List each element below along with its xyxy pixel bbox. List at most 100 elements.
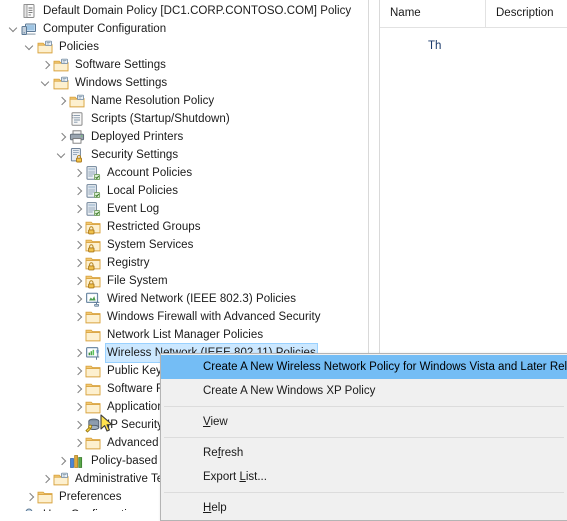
menu-item[interactable]: Refresh [161,441,567,465]
context-menu[interactable]: Create A New Wireless Network Policy for… [160,353,567,521]
list-column-header[interactable]: Name Description [380,0,567,28]
folder-icon [85,381,101,397]
user-config-icon [21,507,37,511]
chevron-right-icon[interactable] [72,434,85,452]
chevron-right-icon[interactable] [72,398,85,416]
tree-item[interactable]: Default Domain Policy [DC1.CORP.CONTOSO.… [0,2,368,20]
tree-item-label: Local Policies [107,185,179,197]
ipsec-icon [85,417,101,433]
tree-item[interactable]: Deployed Printers [0,128,368,146]
tree-item[interactable]: Network List Manager Policies [0,326,368,344]
tree-item[interactable]: Computer Configuration [0,20,368,38]
menu-item[interactable]: Create A New Windows XP Policy [161,379,567,403]
tree-item[interactable]: Wired Network (IEEE 802.3) Policies [0,290,368,308]
chevron-right-icon[interactable] [72,290,85,308]
list-body-text: Th [428,40,442,52]
folder-policy-icon [53,471,69,487]
menu-item[interactable]: Help [161,496,567,520]
chevron-right-icon[interactable] [72,236,85,254]
folder-icon [85,363,101,379]
tree-item[interactable]: Scripts (Startup/Shutdown) [0,110,368,128]
chevron-right-icon[interactable] [72,380,85,398]
tree-item[interactable]: Windows Settings [0,74,368,92]
tree-item-label: File System [107,275,168,287]
column-header-description[interactable]: Description [486,0,567,27]
tree-item[interactable]: Software Settings [0,56,368,74]
script-icon [69,111,85,127]
tree-item[interactable]: Registry [0,254,368,272]
folder-icon [85,309,101,325]
chevron-right-icon[interactable] [72,308,85,326]
printer-icon [69,129,85,145]
menu-separator [164,406,564,407]
menu-item[interactable]: Export List... [161,465,567,489]
chevron-down-icon[interactable] [24,38,37,56]
tree-item[interactable]: Security Settings [0,146,368,164]
menu-separator [164,437,564,438]
tree-item-label: Preferences [59,491,122,503]
folder-icon [85,435,101,451]
tree-item[interactable]: System Services [0,236,368,254]
chevron-right-icon[interactable] [72,344,85,362]
chevron-down-icon[interactable] [8,20,21,38]
chevron-right-icon[interactable] [72,182,85,200]
tree-item[interactable]: Windows Firewall with Advanced Security [0,308,368,326]
folder-icon [37,489,53,505]
chevron-right-icon[interactable] [24,488,37,506]
chevron-right-icon[interactable] [72,218,85,236]
menu-accelerator-letter: f [217,447,221,459]
tree-item-label: User Configuration [41,506,142,511]
chevron-right-icon[interactable] [72,164,85,182]
tree-item-label: Network List Manager Policies [107,329,264,341]
folder-policy-icon [53,57,69,73]
tree-item[interactable]: Policies [0,38,368,56]
tree-item-label: Default Domain Policy [DC1.CORP.CONTOSO.… [43,5,352,17]
policy-list-icon [85,183,101,199]
menu-separator [164,492,564,493]
chevron-right-icon[interactable] [56,92,69,110]
folder-policy-icon [69,93,85,109]
chevron-right-icon[interactable] [72,272,85,290]
menu-accelerator-letter: H [203,502,212,514]
chevron-down-icon[interactable] [40,74,53,92]
chevron-down-icon[interactable] [56,146,69,164]
qos-bars-icon [69,453,85,469]
menu-item[interactable]: Create A New Wireless Network Policy for… [161,355,567,379]
column-header-name[interactable]: Name [380,0,486,27]
tree-item-label: Wired Network (IEEE 802.3) Policies [107,293,297,305]
tree-item-label: Windows Settings [75,77,168,89]
tree-item-label: Windows Firewall with Advanced Security [107,311,321,323]
policy-list-icon [85,201,101,217]
tree-item[interactable]: Account Policies [0,164,368,182]
tree-item[interactable]: Local Policies [0,182,368,200]
tree-item-label: Software Settings [75,59,166,71]
tree-item-label: Account Policies [107,167,193,179]
chevron-right-icon[interactable] [40,56,53,74]
tree-item[interactable]: Name Resolution Policy [0,92,368,110]
tree-item[interactable]: Event Log [0,200,368,218]
folder-lock-icon [85,273,101,289]
tree-item[interactable]: Restricted Groups [0,218,368,236]
folder-icon [85,327,101,343]
menu-accelerator-letter: V [203,416,211,428]
tree-item-label: Computer Configuration [43,23,167,35]
computer-icon [21,21,37,37]
folder-lock-icon [85,219,101,235]
tree-item-label: Policies [59,41,100,53]
tree-item-label: System Services [107,239,194,251]
chevron-right-icon[interactable] [72,200,85,218]
folder-lock-icon [85,255,101,271]
chevron-right-icon[interactable] [56,128,69,146]
chevron-right-icon[interactable] [72,416,85,434]
chevron-right-icon[interactable] [56,452,69,470]
chevron-down-icon[interactable] [8,506,21,511]
gpmc-window: Default Domain Policy [DC1.CORP.CONTOSO.… [0,0,567,521]
menu-item[interactable]: View [161,410,567,434]
tree-item[interactable]: File System [0,272,368,290]
tree-item-label: Event Log [107,203,160,215]
chevron-right-icon[interactable] [72,254,85,272]
chevron-right-icon[interactable] [40,470,53,488]
chevron-right-icon[interactable] [72,362,85,380]
